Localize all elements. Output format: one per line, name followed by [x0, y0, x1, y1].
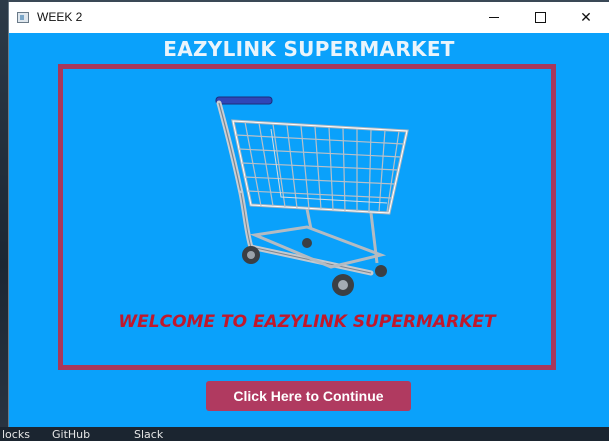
page-title: EAZYLINK SUPERMARKET: [163, 37, 455, 61]
shopping-cart-icon: [215, 96, 409, 296]
minimize-button[interactable]: [471, 2, 517, 33]
cart-mesh: [235, 121, 405, 213]
app-window: WEEK 2 ✕ EAZYLINK SUPERMARKET WELCOME TO…: [8, 2, 609, 427]
continue-button[interactable]: Click Here to Continue: [206, 381, 411, 411]
taskbar-item-github[interactable]: GitHub: [52, 428, 90, 441]
cart-wheels: [242, 238, 387, 296]
app-window-icon: [17, 12, 29, 23]
taskbar-item-slack[interactable]: Slack: [134, 428, 163, 441]
welcome-message: WELCOME TO EAZYLINK SUPERMARKET: [118, 312, 496, 332]
desktop-left-edge: [0, 0, 8, 441]
close-icon: ✕: [580, 9, 592, 26]
welcome-frame: WELCOME TO EAZYLINK SUPERMARKET: [58, 64, 556, 370]
close-button[interactable]: ✕: [563, 2, 609, 33]
window-title: WEEK 2: [37, 10, 83, 24]
maximize-button[interactable]: [517, 2, 563, 33]
title-bar[interactable]: WEEK 2 ✕: [9, 2, 609, 33]
taskbar-item-locks[interactable]: locks: [2, 428, 30, 441]
maximize-icon: [534, 12, 546, 23]
minimize-icon: [489, 17, 499, 18]
desktop-taskbar: [0, 427, 609, 441]
